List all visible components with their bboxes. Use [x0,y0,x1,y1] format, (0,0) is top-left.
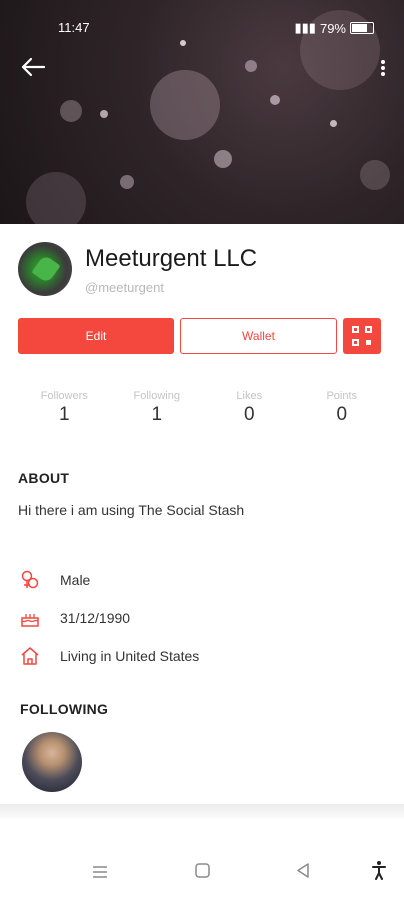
stat-points[interactable]: Points 0 [296,390,389,426]
stat-value: 1 [58,404,70,425]
profile-handle: @meeturgent [85,280,164,295]
recent-apps-icon[interactable] [92,863,108,884]
stat-value: 0 [336,404,348,425]
bokeh-light [150,70,220,140]
profile-name: Meeturgent LLC [85,245,258,272]
wallet-button[interactable]: Wallet [180,318,337,354]
bokeh-light [270,95,280,105]
edit-button[interactable]: Edit [18,318,174,354]
bokeh-light [26,172,86,224]
stat-likes[interactable]: Likes 0 [203,390,296,426]
stat-label: Followers [40,390,88,402]
back-arrow-icon[interactable] [20,56,50,82]
stat-value: 0 [243,404,255,425]
battery-icon [350,22,374,34]
bokeh-light [330,120,337,127]
battery-percent: 79% [319,20,346,36]
home-button-icon[interactable] [195,862,210,883]
gender-icon [18,568,42,592]
info-gender: Male [18,568,90,592]
status-icons: ▮▮▮ 79% [294,20,374,36]
status-time: 11:47 [58,20,90,35]
cover-image: 11:47 ▮▮▮ 79% [0,0,404,224]
stat-label: Points [326,390,358,402]
following-user-avatar[interactable] [22,732,82,792]
qr-code-button[interactable] [343,318,381,354]
signal-icon: ▮▮▮ [294,20,316,35]
status-bar: 11:47 ▮▮▮ 79% [0,14,404,40]
stat-label: Likes [236,390,263,402]
stat-followers[interactable]: Followers 1 [18,390,111,426]
bokeh-light [245,60,257,72]
info-birthday: 31/12/1990 [18,606,130,630]
back-button-icon[interactable] [296,862,310,883]
stat-label: Following [133,390,180,402]
stat-following[interactable]: Following 1 [111,390,204,426]
info-location: Living in United States [18,644,199,668]
about-text: Hi there i am using The Social Stash [18,502,245,518]
birthday-cake-icon [18,606,42,630]
profile-avatar[interactable] [18,242,72,296]
qr-code-icon [352,326,372,346]
bokeh-light [100,110,108,118]
home-icon [18,644,42,668]
location-text: Living in United States [60,648,200,664]
profile-stats: Followers 1 Following 1 Likes 0 Points 0 [18,390,388,426]
gender-text: Male [60,572,91,588]
bokeh-light [120,175,134,189]
stat-value: 1 [151,404,163,425]
birthday-text: 31/12/1990 [60,610,131,626]
about-heading: ABOUT [18,470,70,486]
accessibility-icon[interactable] [372,860,386,885]
section-divider [0,804,404,818]
bokeh-light [214,150,232,168]
following-heading: FOLLOWING [20,701,109,717]
system-nav-bar [0,845,404,900]
more-options-icon[interactable] [380,60,386,78]
bokeh-light [180,40,186,46]
bokeh-light [360,160,390,190]
bokeh-light [60,100,82,122]
